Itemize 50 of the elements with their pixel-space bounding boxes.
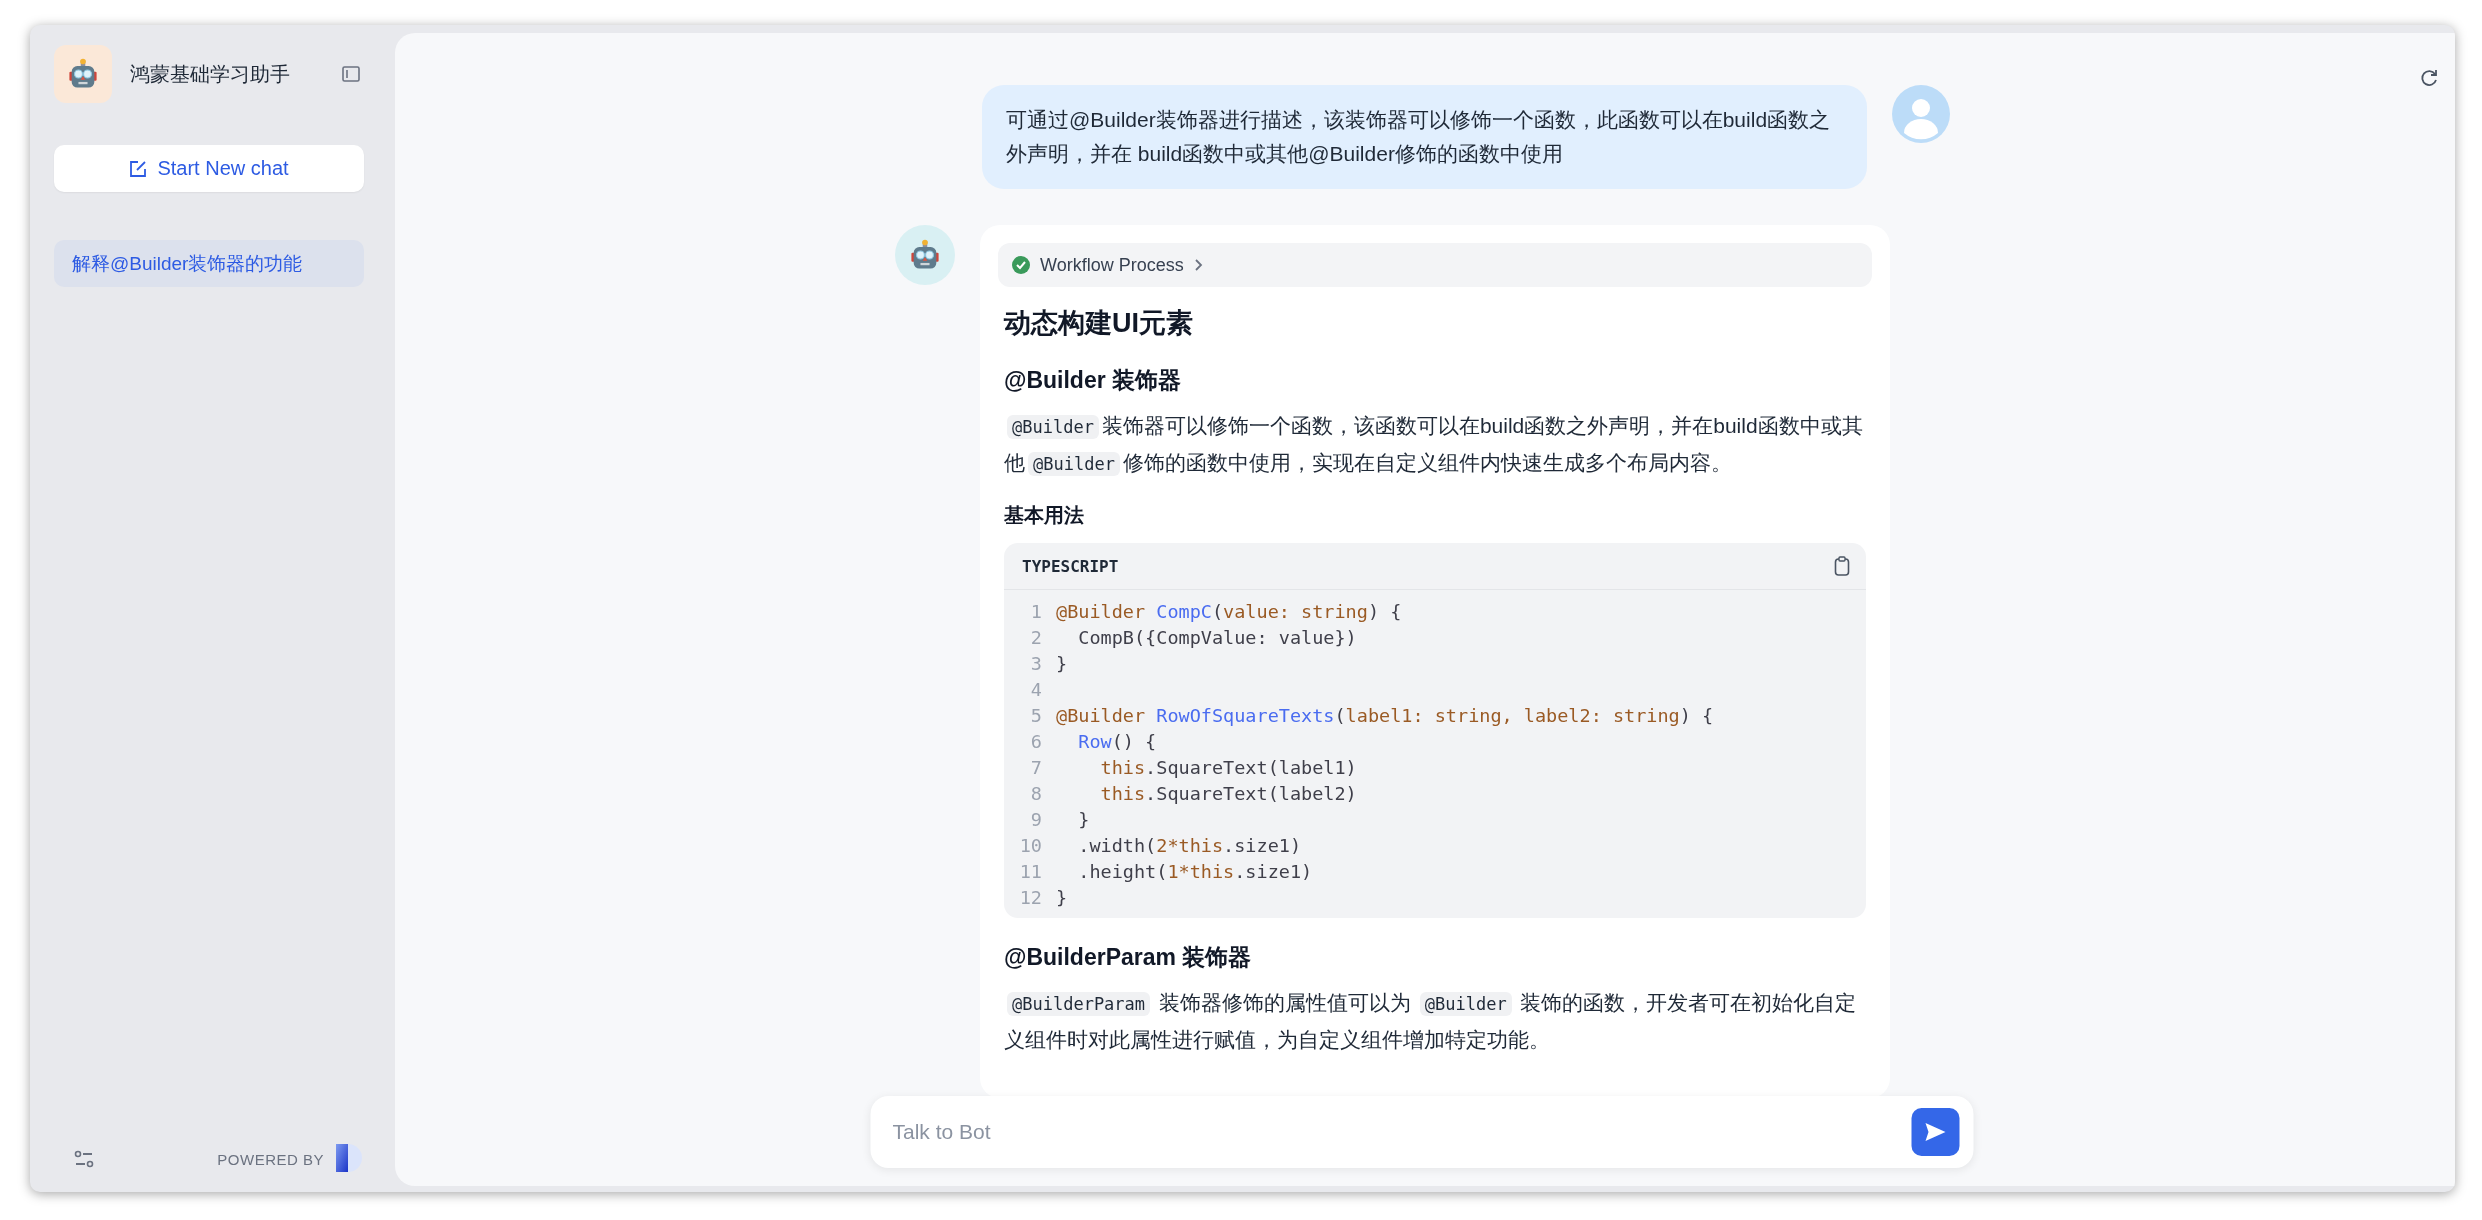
line-number: 8 <box>1029 782 1042 804</box>
line-number: 4 <box>1029 678 1042 700</box>
line-number: 2 <box>1029 626 1042 648</box>
line-number: 9 <box>1029 808 1042 830</box>
robot-icon <box>908 239 942 271</box>
code-line: } <box>1056 886 1068 908</box>
code-line: .width(2*this.size1) <box>1077 834 1302 856</box>
line-number: 12 <box>1018 886 1042 908</box>
line-number: 5 <box>1029 704 1042 726</box>
heading: @BuilderParam 装饰器 <box>1004 943 1253 972</box>
heading: 动态构建UI元素 <box>1004 307 1194 340</box>
workflow-toggle[interactable]: Workflow Process <box>998 243 1872 287</box>
logo-icon <box>336 1144 364 1174</box>
line-number: 10 <box>1018 834 1042 856</box>
chat-input[interactable]: Talk to Bot <box>890 1119 1912 1145</box>
code-line: @Builder CompC(value: string) { <box>1056 600 1402 622</box>
code-line: .height(1*this.size1) <box>1077 860 1313 882</box>
clipboard-icon <box>1834 556 1850 576</box>
user-avatar-icon <box>1892 85 1950 143</box>
conversation-item[interactable]: 解释@Builder装饰器的功能 <box>54 240 364 287</box>
assistant-name: 鸿蒙基础学习助手 <box>130 61 291 87</box>
line-number: 6 <box>1029 730 1042 752</box>
heading: @Builder 装饰器 <box>1004 366 1183 395</box>
line-number: 11 <box>1018 860 1042 882</box>
line-number: 3 <box>1029 652 1042 674</box>
paragraph: @Builder 装饰器可以修饰一个函数，该函数可以在build函数之外声明，并在build函数中或其他 @Builder 修饰的函数中使用，实现在自定义组件内快速生成多个布局内容。 <box>1004 413 1864 478</box>
sliders-icon <box>74 1150 94 1168</box>
chevron-right-icon <box>1193 258 1204 272</box>
refresh-icon <box>2419 68 2439 88</box>
paragraph: @BuilderParam 装饰器修饰的属性值可以为 @Builder 装饰的函数，开发者可在初始化自定义组件时对此属性进行赋值，为自定义组件增加特定功能。 <box>1004 990 1858 1053</box>
code-line: CompB({CompValue: value}) <box>1077 626 1357 648</box>
code-line: } <box>1077 808 1090 830</box>
code-line: } <box>1056 652 1068 674</box>
code-line: @Builder RowOfSquareTexts(label1: string, label2: string) { <box>1056 704 1714 726</box>
line-number: 7 <box>1029 756 1042 778</box>
user-message: 可通过@Builder装饰器进行描述，该装饰器可以修饰一个函数，此函数可以在build函数之外声明，并在 build函数中或其他@Builder修饰的函数中使用 <box>982 85 1867 189</box>
code-line: this.SquareText(label1) <box>1099 756 1357 778</box>
edit-icon <box>129 159 148 178</box>
code-line: this.SquareText(label2) <box>1099 782 1357 804</box>
language-label: TYPESCRIPT <box>1022 556 1119 576</box>
robot-icon <box>66 58 100 90</box>
sidebar-icon <box>342 66 360 82</box>
powered-by-label: POWERED BY <box>217 1150 324 1168</box>
send-button[interactable] <box>1911 1108 1960 1156</box>
message-field[interactable]: Talk to Bot <box>870 1096 1974 1168</box>
new-chat-button[interactable]: Start New chat <box>54 145 364 192</box>
send-icon <box>1924 1122 1947 1142</box>
heading: 基本用法 <box>1004 503 1085 528</box>
code-line: Row() { <box>1077 730 1157 752</box>
line-number: 1 <box>1029 600 1042 622</box>
